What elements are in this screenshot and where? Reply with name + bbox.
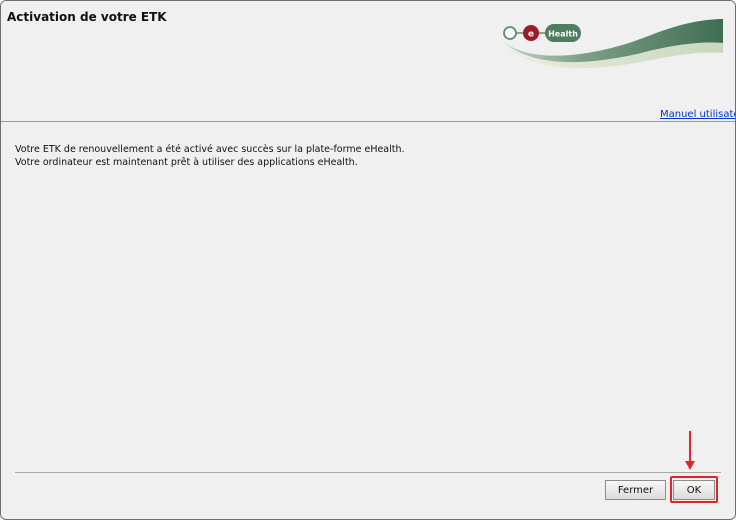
user-manual-link[interactable]: Manuel utilisateur (660, 109, 735, 120)
ok-highlight-box (670, 476, 718, 503)
dialog-window: Activation de votre ETK e Health Manuel … (0, 0, 736, 520)
close-button[interactable]: Fermer (605, 480, 666, 500)
arrow-down-icon (685, 431, 695, 470)
ehealth-logo: e Health (503, 19, 723, 69)
logo-text: Health (548, 30, 578, 39)
message-line-2: Votre ordinateur est maintenant prêt à u… (15, 157, 358, 168)
footer-divider (15, 472, 721, 473)
activation-message: Votre ETK de renouvellement a été activé… (15, 143, 405, 169)
message-line-1: Votre ETK de renouvellement a été activé… (15, 144, 405, 155)
dialog-title: Activation de votre ETK (7, 10, 167, 24)
header-divider (1, 121, 735, 122)
logo-letter: e (528, 30, 534, 40)
dialog-header: Activation de votre ETK e Health Manuel … (1, 1, 735, 120)
